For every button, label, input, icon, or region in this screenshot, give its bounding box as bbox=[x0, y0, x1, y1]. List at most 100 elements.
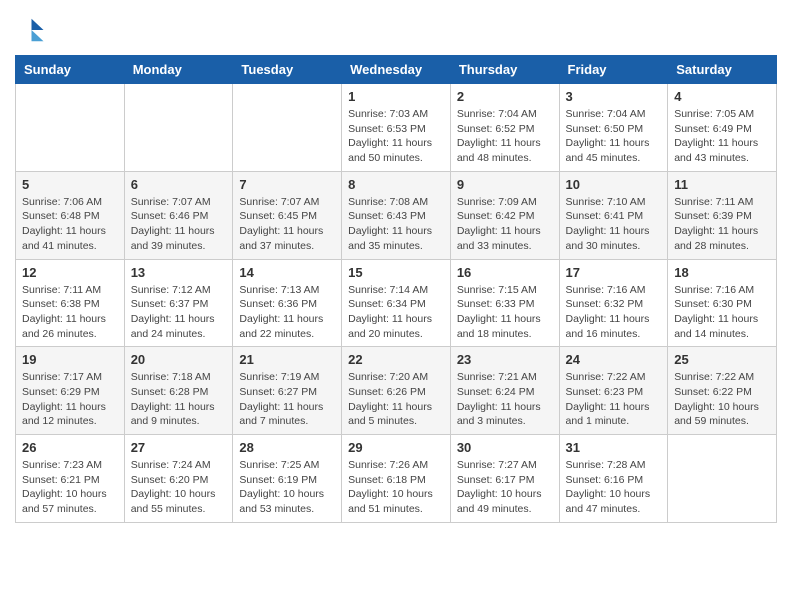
day-number: 2 bbox=[457, 89, 553, 104]
calendar-cell: 8Sunrise: 7:08 AM Sunset: 6:43 PM Daylig… bbox=[342, 171, 451, 259]
calendar-cell: 5 Sunrise: 7:06 AM Sunset: 6:48 PM Daylig… bbox=[16, 171, 125, 259]
day-of-week-header: Sunday bbox=[16, 56, 125, 84]
calendar-cell: 21 Sunrise: 7:19 AM Sunset: 6:27 PM Dayli… bbox=[233, 347, 342, 435]
day-info: Sunrise: 7:21 AM Sunset: 6:24 PM Dayligh… bbox=[457, 370, 553, 429]
calendar-cell bbox=[233, 84, 342, 172]
calendar-cell: 23 Sunrise: 7:21 AM Sunset: 6:24 PM Dayli… bbox=[450, 347, 559, 435]
calendar-cell: 9Sunrise: 7:09 AM Sunset: 6:42 PM Daylig… bbox=[450, 171, 559, 259]
day-info: Sunrise: 7:22 AM Sunset: 6:22 PM Dayligh… bbox=[674, 370, 770, 429]
day-of-week-header: Monday bbox=[124, 56, 233, 84]
calendar-cell: 28 Sunrise: 7:25 AM Sunset: 6:19 PM Dayli… bbox=[233, 435, 342, 523]
day-number: 24 bbox=[566, 352, 662, 367]
day-number: 16 bbox=[457, 265, 553, 280]
calendar-cell: 14Sunrise: 7:13 AM Sunset: 6:36 PM Dayli… bbox=[233, 259, 342, 347]
day-number: 12 bbox=[22, 265, 118, 280]
logo-icon bbox=[15, 15, 45, 45]
calendar-cell: 4 Sunrise: 7:05 AM Sunset: 6:49 PM Daylig… bbox=[668, 84, 777, 172]
day-number: 6 bbox=[131, 177, 227, 192]
calendar-cell: 22Sunrise: 7:20 AM Sunset: 6:26 PM Dayli… bbox=[342, 347, 451, 435]
day-info: Sunrise: 7:04 AM Sunset: 6:50 PM Dayligh… bbox=[566, 107, 662, 166]
day-info: Sunrise: 7:26 AM Sunset: 6:18 PM Dayligh… bbox=[348, 458, 444, 517]
day-of-week-header: Thursday bbox=[450, 56, 559, 84]
day-info: Sunrise: 7:24 AM Sunset: 6:20 PM Dayligh… bbox=[131, 458, 227, 517]
day-info: Sunrise: 7:07 AM Sunset: 6:46 PM Dayligh… bbox=[131, 195, 227, 254]
calendar-week-row: 12 Sunrise: 7:11 AM Sunset: 6:38 PM Dayli… bbox=[16, 259, 777, 347]
day-number: 30 bbox=[457, 440, 553, 455]
day-number: 21 bbox=[239, 352, 335, 367]
calendar-cell: 6 Sunrise: 7:07 AM Sunset: 6:46 PM Daylig… bbox=[124, 171, 233, 259]
calendar-cell: 16 Sunrise: 7:15 AM Sunset: 6:33 PM Dayli… bbox=[450, 259, 559, 347]
day-info: Sunrise: 7:23 AM Sunset: 6:21 PM Dayligh… bbox=[22, 458, 118, 517]
day-number: 26 bbox=[22, 440, 118, 455]
calendar-cell: 11Sunrise: 7:11 AM Sunset: 6:39 PM Dayli… bbox=[668, 171, 777, 259]
day-info: Sunrise: 7:19 AM Sunset: 6:27 PM Dayligh… bbox=[239, 370, 335, 429]
day-info: Sunrise: 7:28 AM Sunset: 6:16 PM Dayligh… bbox=[566, 458, 662, 517]
calendar-cell: 25 Sunrise: 7:22 AM Sunset: 6:22 PM Dayli… bbox=[668, 347, 777, 435]
day-info: Sunrise: 7:07 AM Sunset: 6:45 PM Dayligh… bbox=[239, 195, 335, 254]
calendar-cell: 20Sunrise: 7:18 AM Sunset: 6:28 PM Dayli… bbox=[124, 347, 233, 435]
day-of-week-header: Tuesday bbox=[233, 56, 342, 84]
day-info: Sunrise: 7:25 AM Sunset: 6:19 PM Dayligh… bbox=[239, 458, 335, 517]
day-number: 13 bbox=[131, 265, 227, 280]
day-number: 14 bbox=[239, 265, 335, 280]
calendar-cell: 29Sunrise: 7:26 AM Sunset: 6:18 PM Dayli… bbox=[342, 435, 451, 523]
day-info: Sunrise: 7:20 AM Sunset: 6:26 PM Dayligh… bbox=[348, 370, 444, 429]
day-number: 7 bbox=[239, 177, 335, 192]
day-number: 17 bbox=[566, 265, 662, 280]
calendar-cell: 2 Sunrise: 7:04 AM Sunset: 6:52 PM Daylig… bbox=[450, 84, 559, 172]
calendar-cell: 1 Sunrise: 7:03 AM Sunset: 6:53 PM Daylig… bbox=[342, 84, 451, 172]
calendar-cell: 15Sunrise: 7:14 AM Sunset: 6:34 PM Dayli… bbox=[342, 259, 451, 347]
day-info: Sunrise: 7:06 AM Sunset: 6:48 PM Dayligh… bbox=[22, 195, 118, 254]
calendar-cell: 26 Sunrise: 7:23 AM Sunset: 6:21 PM Dayli… bbox=[16, 435, 125, 523]
day-number: 19 bbox=[22, 352, 118, 367]
calendar-cell: 3 Sunrise: 7:04 AM Sunset: 6:50 PM Daylig… bbox=[559, 84, 668, 172]
day-info: Sunrise: 7:11 AM Sunset: 6:39 PM Dayligh… bbox=[674, 195, 770, 254]
day-number: 23 bbox=[457, 352, 553, 367]
day-info: Sunrise: 7:16 AM Sunset: 6:30 PM Dayligh… bbox=[674, 283, 770, 342]
day-info: Sunrise: 7:17 AM Sunset: 6:29 PM Dayligh… bbox=[22, 370, 118, 429]
calendar-cell: 17 Sunrise: 7:16 AM Sunset: 6:32 PM Dayli… bbox=[559, 259, 668, 347]
calendar-cell bbox=[124, 84, 233, 172]
day-info: Sunrise: 7:27 AM Sunset: 6:17 PM Dayligh… bbox=[457, 458, 553, 517]
day-info: Sunrise: 7:10 AM Sunset: 6:41 PM Dayligh… bbox=[566, 195, 662, 254]
calendar-header-row: SundayMondayTuesdayWednesdayThursdayFrid… bbox=[16, 56, 777, 84]
day-info: Sunrise: 7:08 AM Sunset: 6:43 PM Dayligh… bbox=[348, 195, 444, 254]
day-number: 25 bbox=[674, 352, 770, 367]
day-info: Sunrise: 7:12 AM Sunset: 6:37 PM Dayligh… bbox=[131, 283, 227, 342]
calendar-week-row: 5 Sunrise: 7:06 AM Sunset: 6:48 PM Daylig… bbox=[16, 171, 777, 259]
day-info: Sunrise: 7:15 AM Sunset: 6:33 PM Dayligh… bbox=[457, 283, 553, 342]
calendar-cell: 27 Sunrise: 7:24 AM Sunset: 6:20 PM Dayli… bbox=[124, 435, 233, 523]
day-info: Sunrise: 7:04 AM Sunset: 6:52 PM Dayligh… bbox=[457, 107, 553, 166]
day-info: Sunrise: 7:09 AM Sunset: 6:42 PM Dayligh… bbox=[457, 195, 553, 254]
day-number: 4 bbox=[674, 89, 770, 104]
calendar-table: SundayMondayTuesdayWednesdayThursdayFrid… bbox=[15, 55, 777, 523]
calendar-cell: 10 Sunrise: 7:10 AM Sunset: 6:41 PM Dayli… bbox=[559, 171, 668, 259]
day-info: Sunrise: 7:03 AM Sunset: 6:53 PM Dayligh… bbox=[348, 107, 444, 166]
page-header bbox=[15, 15, 777, 45]
day-number: 5 bbox=[22, 177, 118, 192]
day-of-week-header: Friday bbox=[559, 56, 668, 84]
day-info: Sunrise: 7:18 AM Sunset: 6:28 PM Dayligh… bbox=[131, 370, 227, 429]
calendar-cell: 12 Sunrise: 7:11 AM Sunset: 6:38 PM Dayli… bbox=[16, 259, 125, 347]
day-number: 31 bbox=[566, 440, 662, 455]
day-of-week-header: Saturday bbox=[668, 56, 777, 84]
day-info: Sunrise: 7:16 AM Sunset: 6:32 PM Dayligh… bbox=[566, 283, 662, 342]
day-info: Sunrise: 7:05 AM Sunset: 6:49 PM Dayligh… bbox=[674, 107, 770, 166]
day-number: 1 bbox=[348, 89, 444, 104]
day-number: 10 bbox=[566, 177, 662, 192]
day-number: 15 bbox=[348, 265, 444, 280]
day-of-week-header: Wednesday bbox=[342, 56, 451, 84]
day-number: 18 bbox=[674, 265, 770, 280]
day-number: 28 bbox=[239, 440, 335, 455]
calendar-week-row: 1 Sunrise: 7:03 AM Sunset: 6:53 PM Daylig… bbox=[16, 84, 777, 172]
day-number: 3 bbox=[566, 89, 662, 104]
calendar-cell bbox=[668, 435, 777, 523]
calendar-cell: 19 Sunrise: 7:17 AM Sunset: 6:29 PM Dayli… bbox=[16, 347, 125, 435]
day-info: Sunrise: 7:11 AM Sunset: 6:38 PM Dayligh… bbox=[22, 283, 118, 342]
calendar-cell: 24Sunrise: 7:22 AM Sunset: 6:23 PM Dayli… bbox=[559, 347, 668, 435]
calendar-cell: 18 Sunrise: 7:16 AM Sunset: 6:30 PM Dayli… bbox=[668, 259, 777, 347]
logo bbox=[15, 15, 49, 45]
day-number: 27 bbox=[131, 440, 227, 455]
calendar-cell: 30 Sunrise: 7:27 AM Sunset: 6:17 PM Dayli… bbox=[450, 435, 559, 523]
calendar-cell: 13 Sunrise: 7:12 AM Sunset: 6:37 PM Dayli… bbox=[124, 259, 233, 347]
